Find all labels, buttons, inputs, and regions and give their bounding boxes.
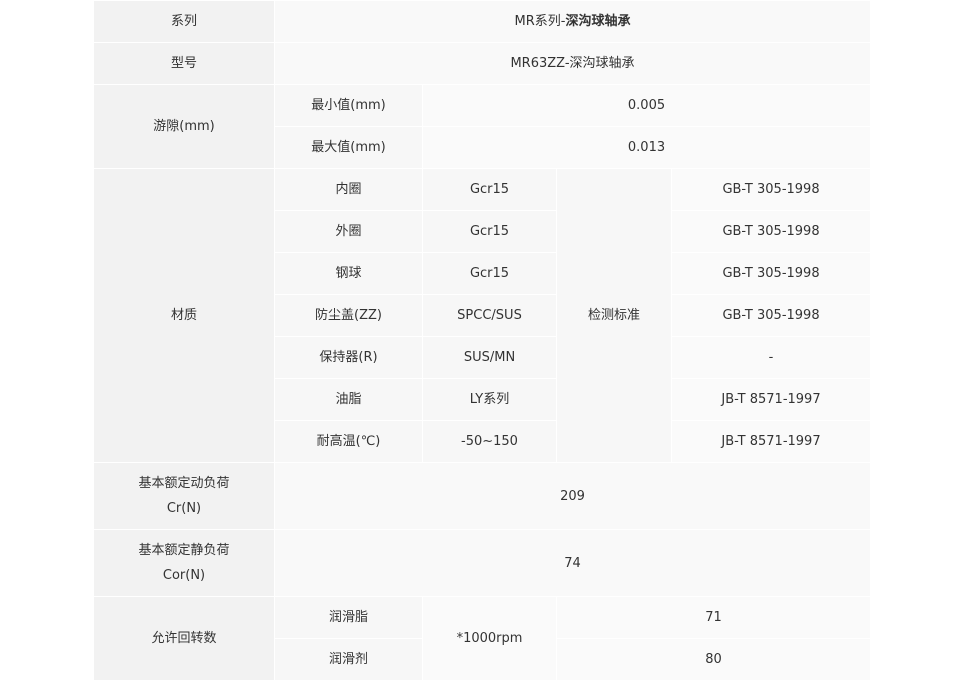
model-row: 型号 MR63ZZ-深沟球轴承	[93, 42, 872, 85]
clearance-min-row: 游隙(mm) 最小值(mm) 0.005	[93, 84, 872, 169]
material-standard: -	[670, 336, 872, 379]
speed-unit: *1000rpm	[422, 596, 557, 681]
material-name: SUS/MN	[422, 336, 557, 379]
material-name: Gcr15	[422, 252, 557, 295]
material-row: 材质 内圈 Gcr15 检测标准 GB-T 305-1998	[93, 168, 872, 463]
material-standard: JB-T 8571-1997	[670, 420, 872, 463]
model-value: MR63ZZ-深沟球轴承	[273, 42, 872, 85]
clearance-min-label: 最小值(mm)	[274, 84, 423, 127]
static-load-value: 74	[273, 529, 872, 597]
series-row: 系列 MR系列-深沟球轴承	[93, 0, 872, 43]
material-part: 内圈	[274, 168, 423, 211]
material-name: Gcr15	[422, 168, 557, 211]
material-name: SPCC/SUS	[422, 294, 557, 337]
material-label: 材质	[93, 168, 275, 463]
material-name: -50~150	[422, 420, 557, 463]
clearance-label: 游隙(mm)	[93, 84, 275, 169]
material-standard: GB-T 305-1998	[670, 294, 872, 337]
static-load-row: 基本额定静负荷 Cor(N) 74	[93, 529, 872, 597]
material-standard: GB-T 305-1998	[670, 252, 872, 295]
material-part: 钢球	[274, 252, 423, 295]
oil-label: 润滑剂	[274, 638, 423, 681]
material-name: Gcr15	[422, 210, 557, 253]
dynamic-load-row: 基本额定动负荷 Cr(N) 209	[93, 462, 872, 530]
dynamic-load-value: 209	[273, 462, 872, 530]
static-load-label: 基本额定静负荷 Cor(N)	[93, 529, 275, 597]
material-part: 外圈	[274, 210, 423, 253]
clearance-min-value: 0.005	[421, 84, 872, 127]
speed-grease-row: 允许回转数 润滑脂 *1000rpm 71	[93, 596, 872, 681]
static-load-label-line1: 基本额定静负荷	[138, 543, 230, 558]
clearance-max-label: 最大值(mm)	[274, 126, 423, 169]
grease-label: 润滑脂	[274, 596, 423, 639]
dynamic-load-label-line2: Cr(N)	[166, 501, 202, 516]
material-part: 耐高温(℃)	[274, 420, 423, 463]
series-value-bold: 深沟球轴承	[565, 14, 631, 29]
material-standard: GB-T 305-1998	[670, 168, 872, 211]
oil-value: 80	[555, 638, 872, 681]
material-standard: GB-T 305-1998	[670, 210, 872, 253]
material-name: LY系列	[422, 378, 557, 421]
static-load-label-line2: Cor(N)	[162, 568, 206, 583]
series-label: 系列	[93, 0, 275, 43]
series-value-prefix: MR系列-	[514, 14, 566, 29]
grease-value: 71	[555, 596, 872, 639]
model-label: 型号	[93, 42, 275, 85]
dynamic-load-label-line1: 基本额定动负荷	[138, 476, 230, 491]
standard-label: 检测标准	[556, 168, 672, 463]
material-standard: JB-T 8571-1997	[670, 378, 872, 421]
material-part: 油脂	[274, 378, 423, 421]
bearing-spec-table: 系列 MR系列-深沟球轴承 型号 MR63ZZ-深沟球轴承 游隙(mm) 最小值…	[93, 0, 872, 681]
dynamic-load-label: 基本额定动负荷 Cr(N)	[93, 462, 275, 530]
material-part: 防尘盖(ZZ)	[274, 294, 423, 337]
clearance-max-value: 0.013	[421, 126, 872, 169]
material-part: 保持器(R)	[274, 336, 423, 379]
speed-label: 允许回转数	[93, 596, 275, 681]
series-value: MR系列-深沟球轴承	[273, 0, 872, 43]
